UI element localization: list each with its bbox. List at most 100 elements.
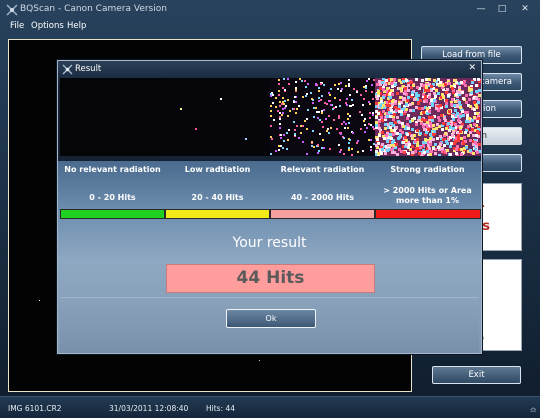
noise-dot xyxy=(412,109,415,112)
noise-dot xyxy=(459,130,462,133)
noise-dot xyxy=(349,94,351,96)
noise-dot xyxy=(369,117,371,119)
noise-dot xyxy=(475,145,478,148)
noise-dot xyxy=(321,95,323,97)
dialog-footer: Ok xyxy=(60,297,479,353)
category-range: 0 - 20 Hits xyxy=(89,193,136,202)
noise-dot xyxy=(279,123,281,125)
ok-button[interactable]: Ok xyxy=(226,309,316,328)
noise-dot xyxy=(382,88,385,91)
noise-dot xyxy=(424,95,427,98)
noise-dot xyxy=(340,90,342,92)
noise-dot xyxy=(457,119,460,122)
noise-dot xyxy=(370,149,372,151)
resize-grip-icon[interactable]: ≏ xyxy=(529,406,537,416)
noise-dot xyxy=(437,146,440,149)
menu-help[interactable]: Help xyxy=(67,21,86,31)
noise-dot xyxy=(349,105,351,107)
noise-dot xyxy=(461,91,464,94)
noise-dot xyxy=(382,104,385,107)
noise-dot xyxy=(393,78,396,81)
noise-dot xyxy=(306,128,308,130)
exit-button[interactable]: Exit xyxy=(432,366,521,384)
noise-dot xyxy=(326,130,328,132)
noise-dot xyxy=(370,139,372,141)
noise-dot xyxy=(442,122,445,125)
noise-dot xyxy=(422,144,425,147)
noise-dot xyxy=(394,121,397,124)
noise-dot xyxy=(180,108,182,110)
noise-dot xyxy=(402,80,405,83)
noise-dot xyxy=(448,129,451,132)
category-name: Low radtiation xyxy=(184,165,251,174)
noise-dot xyxy=(473,116,476,119)
noise-dot xyxy=(315,107,317,109)
noise-dot xyxy=(324,102,326,104)
noise-dot xyxy=(413,98,416,101)
noise-dot xyxy=(329,94,331,96)
noise-dot xyxy=(288,83,290,85)
category-color-bar xyxy=(60,209,165,219)
noise-dot xyxy=(382,110,385,113)
noise-dot xyxy=(425,131,428,134)
noise-dot xyxy=(365,87,367,89)
sample-image-no-radiation xyxy=(60,78,165,156)
noise-dot xyxy=(351,99,353,101)
noise-dot xyxy=(287,99,289,101)
category-name: Strong radiation xyxy=(390,165,465,174)
noise-dot xyxy=(317,152,319,154)
noise-dot xyxy=(405,79,408,82)
menu-options[interactable]: Options xyxy=(31,21,64,31)
noise-dot xyxy=(302,141,304,143)
noise-dot xyxy=(337,88,339,90)
noise-dot xyxy=(366,127,368,129)
noise-dot xyxy=(446,149,449,152)
noise-dot xyxy=(469,105,472,108)
noise-dot xyxy=(412,84,415,87)
noise-dot xyxy=(357,140,359,142)
noise-dot xyxy=(384,152,387,155)
noise-dot xyxy=(432,133,435,136)
close-icon[interactable]: ✕ xyxy=(468,63,476,73)
noise-dot xyxy=(270,105,272,107)
noise-dot xyxy=(407,146,410,149)
noise-dot xyxy=(270,110,272,112)
bqscan-logo-icon xyxy=(62,64,73,75)
noise-dot xyxy=(344,127,346,129)
noise-dot xyxy=(318,150,320,152)
noise-dot xyxy=(441,147,444,150)
noise-dot xyxy=(460,153,463,156)
noise-dot xyxy=(398,105,401,108)
noise-dot xyxy=(313,146,315,148)
noise-dot xyxy=(312,130,314,132)
noise-dot xyxy=(410,81,413,84)
noise-dot xyxy=(334,97,336,99)
category-name: No relevant radiation xyxy=(64,165,161,174)
noise-dot xyxy=(278,90,280,92)
noise-dot xyxy=(270,153,272,155)
noise-dot xyxy=(454,79,457,82)
noise-dot xyxy=(437,92,440,95)
noise-dot xyxy=(458,86,461,89)
noise-dot xyxy=(320,99,322,101)
noise-dot xyxy=(391,103,394,106)
noise-dot xyxy=(340,133,342,135)
noise-dot xyxy=(478,89,481,92)
close-icon[interactable]: ✕ xyxy=(518,3,532,16)
noise-dot xyxy=(434,143,437,146)
noise-dot xyxy=(340,82,342,84)
sample-image-relevant-radiation xyxy=(270,78,375,156)
noise-dot xyxy=(426,150,429,153)
noise-dot xyxy=(430,85,433,88)
noise-dot xyxy=(378,127,381,130)
noise-dot xyxy=(414,150,417,153)
noise-dot xyxy=(381,131,384,134)
noise-dot xyxy=(434,152,437,155)
window-title: BQScan - Canon Camera Version xyxy=(20,4,167,14)
noise-dot xyxy=(465,146,468,149)
noise-dot xyxy=(271,138,273,140)
noise-dot xyxy=(353,88,355,90)
maximize-icon[interactable]: □ xyxy=(495,3,509,16)
menu-file[interactable]: File xyxy=(10,21,24,31)
minimize-icon[interactable]: — xyxy=(474,3,488,16)
